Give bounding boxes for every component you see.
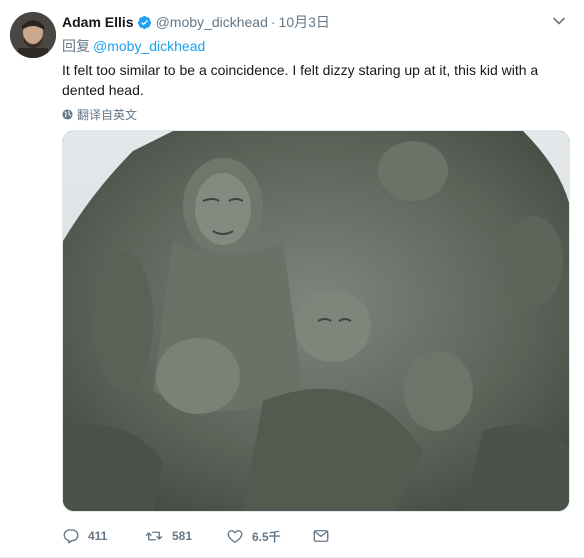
avatar[interactable] [10, 12, 56, 58]
tweet-date[interactable]: 10月3日 [279, 12, 330, 32]
chevron-down-icon[interactable] [552, 14, 566, 28]
reply-icon [63, 529, 79, 544]
reply-to-link[interactable]: @moby_dickhead [93, 38, 205, 54]
author-name[interactable]: Adam Ellis [62, 14, 134, 30]
statue-photo-image [63, 131, 569, 511]
globe-icon [62, 109, 73, 120]
verified-badge-icon [137, 15, 152, 30]
tweet-header: Adam Ellis @moby_dickhead · 10月3日 [62, 12, 330, 32]
author-handle[interactable]: @moby_dickhead [156, 14, 268, 30]
retweet-count: 581 [172, 529, 193, 543]
like-button[interactable]: 6.5千 [226, 527, 312, 545]
like-count: 6.5千 [252, 529, 281, 544]
reply-count: 411 [88, 529, 108, 543]
translate-label: 翻译自英文 [77, 108, 138, 122]
reply-button[interactable]: 411 [62, 527, 144, 545]
separator-dot: · [270, 14, 276, 30]
tweet: Adam Ellis @moby_dickhead · 10月3日 回复 @mob… [0, 0, 584, 558]
reply-context: 回复 @moby_dickhead [62, 36, 205, 56]
tweet-text: It felt too similar to be a coincidence.… [62, 62, 539, 98]
like-icon [227, 530, 243, 544]
reply-prefix: 回复 [62, 38, 90, 54]
direct-message-button[interactable] [312, 527, 338, 545]
translate-link[interactable]: 翻译自英文 [62, 106, 137, 123]
retweet-icon [145, 531, 163, 541]
message-icon [313, 530, 329, 542]
tweet-actions: 411 581 6.5千 [62, 524, 338, 548]
tweet-photo[interactable] [62, 130, 570, 512]
retweet-button[interactable]: 581 [144, 527, 226, 545]
